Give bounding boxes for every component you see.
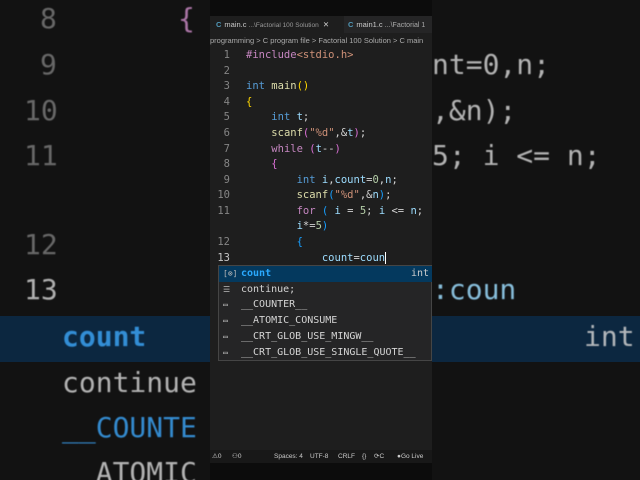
breadcrumb[interactable]: programming > C program file > Factorial… bbox=[210, 33, 423, 48]
blurred-background-right: nt=0,n; ,&n); 5; i <= n; :coun int bbox=[432, 0, 640, 480]
macro-icon: ▭ bbox=[223, 300, 228, 310]
tab-main-c[interactable]: Cmain.c ...\Factorial 100 Solution ✕ bbox=[210, 16, 344, 33]
code-line-current: count=coun bbox=[321, 252, 387, 264]
bg-suggestion: __ATOMIC bbox=[62, 456, 197, 480]
bg-line-number: 10 bbox=[24, 94, 58, 127]
suggestion-item[interactable]: ▭ __COUNTER__ bbox=[219, 297, 432, 313]
suggestion-label: __ATOMIC_CONSUME bbox=[241, 315, 338, 327]
code-line: { bbox=[246, 96, 253, 108]
go-live-label: Go Live bbox=[400, 453, 424, 460]
bg-line-number: 8 bbox=[40, 2, 57, 35]
language-label: C bbox=[379, 453, 385, 460]
line-number: 2 bbox=[223, 65, 230, 77]
macro-icon: ▭ bbox=[223, 316, 228, 326]
code-line: scanf("%d",&t); bbox=[271, 127, 367, 139]
code-line: { bbox=[296, 236, 303, 248]
line-number: 10 bbox=[217, 189, 230, 201]
line-number: 12 bbox=[217, 236, 230, 248]
go-live-button[interactable]: ● Go Live bbox=[397, 450, 423, 463]
macro-icon: ▭ bbox=[223, 347, 228, 357]
braces-icon[interactable]: {} bbox=[362, 450, 366, 463]
indentation-button[interactable]: Spaces: 4 bbox=[274, 450, 303, 463]
suggestion-label: __COUNTER__ bbox=[241, 299, 308, 311]
bg-code: 5; i <= n; bbox=[432, 139, 601, 172]
text-cursor bbox=[385, 252, 387, 264]
tab-bar: Cmain.c ...\Factorial 100 Solution ✕ Cma… bbox=[210, 16, 432, 33]
suggestion-label: count bbox=[241, 268, 272, 279]
code-line: #include<stdio.h> bbox=[246, 49, 354, 61]
tab-path: ...\Factorial 100 Solution bbox=[248, 22, 319, 29]
code-line: while (t--) bbox=[271, 143, 341, 155]
code-line: int main() bbox=[246, 80, 310, 92]
problems-errors[interactable]: ⚠ 0 bbox=[212, 450, 221, 463]
blurred-background-left: 8 { 9 10 11 12 13 count continue __COUNT… bbox=[0, 0, 210, 480]
bg-suggestion: continue bbox=[62, 366, 197, 399]
close-icon[interactable]: ✕ bbox=[323, 20, 329, 29]
bg-suggestion: count bbox=[62, 320, 147, 353]
bg-brace: { bbox=[178, 2, 195, 35]
line-number: 4 bbox=[223, 96, 230, 108]
line-number: 3 bbox=[223, 80, 230, 92]
suggestion-label: __CRT_GLOB_USE_MINGW__ bbox=[241, 330, 374, 342]
suggestion-item[interactable]: ☰ continue; bbox=[219, 282, 432, 298]
suggestion-widget: [⊗] count int ☰ continue; ▭ __COUNTER__ ▭ __A… bbox=[218, 265, 432, 361]
bg-code: ,&n); bbox=[432, 94, 517, 127]
bg-line-number: 12 bbox=[24, 228, 58, 261]
suggestion-item[interactable]: ▭ __ATOMIC_CONSUME bbox=[219, 313, 432, 329]
suggestion-label: continue; bbox=[241, 283, 296, 295]
variable-icon: [⊗] bbox=[223, 269, 238, 278]
tab-label: main.c bbox=[224, 20, 247, 29]
bg-code: nt=0,n; bbox=[432, 48, 551, 81]
encoding-button[interactable]: UTF-8 bbox=[310, 450, 328, 463]
warning-count: 0 bbox=[237, 453, 242, 460]
c-file-icon: C bbox=[216, 20, 222, 29]
line-number: 5 bbox=[223, 111, 230, 123]
code-line: scanf("%d",&n); bbox=[296, 189, 392, 201]
code-line: { bbox=[271, 158, 278, 170]
c-file-icon: C bbox=[348, 20, 354, 29]
status-bar: ⚠ 0 ⚇ 0 Spaces: 4 UTF-8 CRLF {} ⟳ C ● Go… bbox=[210, 450, 432, 463]
line-number: 1 bbox=[223, 49, 230, 61]
vscode-window: Cmain.c ...\Factorial 100 Solution ✕ Cma… bbox=[210, 0, 432, 480]
tab-path: ...\Factorial 1 bbox=[384, 22, 426, 29]
eol-button[interactable]: CRLF bbox=[338, 450, 355, 463]
error-count: 0 bbox=[217, 453, 222, 460]
line-number: 13 bbox=[217, 252, 230, 264]
snippet-icon: ☰ bbox=[223, 284, 231, 294]
line-number: 6 bbox=[223, 127, 230, 139]
line-number: 8 bbox=[223, 158, 230, 170]
line-number: 9 bbox=[223, 174, 230, 186]
suggestion-item[interactable]: [⊗] count int bbox=[219, 266, 432, 282]
bg-line-number: 13 bbox=[24, 273, 58, 306]
line-number: 7 bbox=[223, 143, 230, 155]
bg-line-number: 9 bbox=[40, 48, 57, 81]
suggestion-type: int bbox=[410, 268, 429, 279]
language-button[interactable]: ⟳ C bbox=[374, 450, 384, 463]
ports-indicator[interactable]: ⚇ 0 bbox=[232, 450, 241, 463]
bg-line-number: 11 bbox=[24, 139, 58, 172]
tab-label: main1.c bbox=[356, 20, 383, 29]
bg-suggestion: __COUNTE bbox=[62, 411, 197, 444]
code-line: int t; bbox=[271, 111, 310, 123]
code-line: i*=5) bbox=[296, 220, 329, 232]
tab-main1-c[interactable]: Cmain1.c ...\Factorial 1 bbox=[344, 16, 425, 33]
suggestion-item[interactable]: ▭ __CRT_GLOB_USE_SINGLE_QUOTE__ bbox=[219, 345, 432, 361]
suggestion-label: __CRT_GLOB_USE_SINGLE_QUOTE__ bbox=[241, 346, 416, 358]
macro-icon: ▭ bbox=[223, 331, 228, 341]
bg-type: int bbox=[584, 320, 635, 353]
line-number: 11 bbox=[217, 205, 230, 217]
code-line: for ( i = 5; i <= n; bbox=[296, 205, 424, 217]
suggestion-item[interactable]: ▭ __CRT_GLOB_USE_MINGW__ bbox=[219, 329, 432, 345]
bg-code: :coun bbox=[432, 273, 517, 306]
code-line: int i,count=0,n; bbox=[296, 174, 398, 186]
